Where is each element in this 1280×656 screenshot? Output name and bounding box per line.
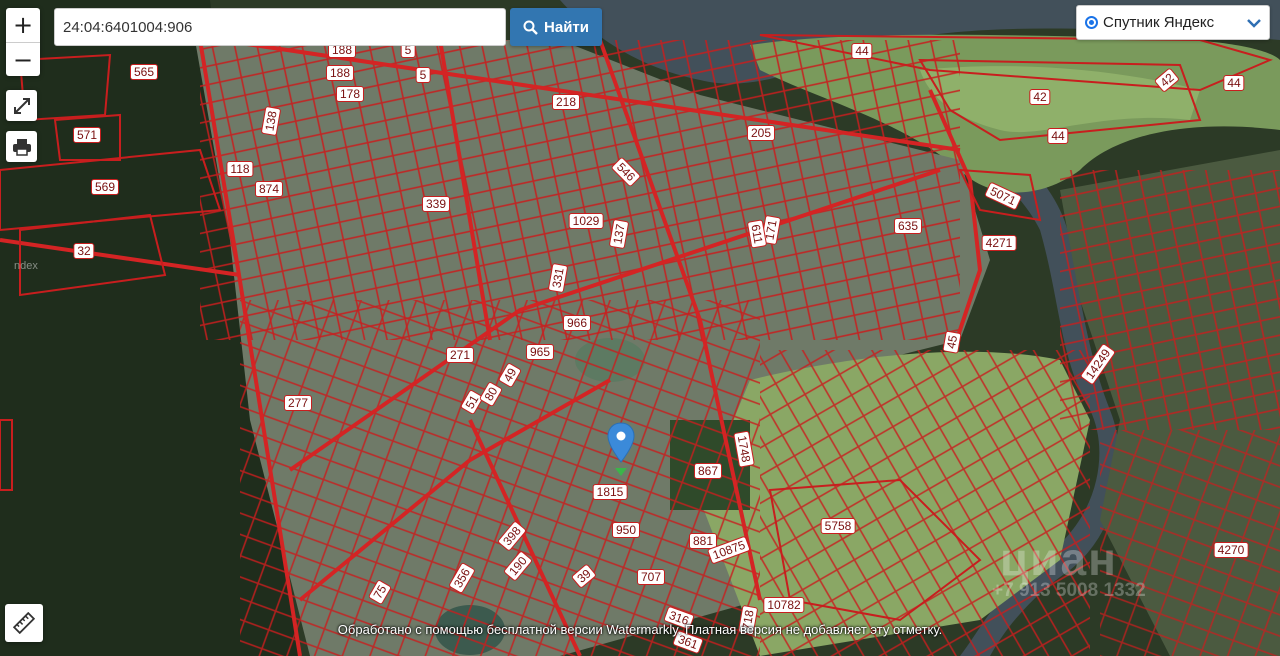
parcel-label[interactable]: 707 [636, 569, 666, 585]
parcel-label[interactable]: 569 [90, 179, 120, 195]
parcel-label[interactable]: 339 [421, 196, 451, 212]
fullscreen-button[interactable] [6, 90, 37, 121]
parcel-label[interactable]: 42 [1029, 89, 1051, 105]
brand-watermark: циан [1000, 533, 1118, 585]
parcel-label[interactable]: 1815 [592, 484, 628, 500]
parcel-label[interactable]: 5 [415, 67, 431, 83]
parcel-label[interactable]: 205 [746, 125, 776, 141]
parcel-label[interactable]: 966 [562, 315, 592, 331]
parcel-label[interactable]: 4271 [981, 235, 1017, 251]
parcel-label[interactable]: 44 [851, 43, 873, 59]
parcel-label[interactable]: 4270 [1213, 542, 1249, 558]
location-pin-icon[interactable] [606, 422, 636, 478]
printer-icon [12, 138, 31, 156]
parcel-label[interactable]: 5758 [820, 518, 856, 534]
search-button-label: Найти [544, 18, 589, 36]
parcel-label[interactable]: 10782 [763, 597, 805, 613]
parcel-label[interactable]: 178 [335, 86, 365, 102]
parcel-label[interactable]: 874 [254, 181, 284, 197]
parcel-label[interactable]: 188 [325, 65, 355, 81]
expand-icon [13, 97, 30, 114]
brand-phone: +7 913 5008 1332 [992, 580, 1146, 601]
parcel-label[interactable]: 44 [1223, 75, 1245, 91]
parcel-label[interactable]: 218 [551, 94, 581, 110]
search-icon [523, 20, 538, 35]
zoom-control: + − [6, 8, 40, 76]
chevron-down-icon [1247, 18, 1261, 28]
parcel-label[interactable]: 635 [893, 218, 923, 234]
parcel-label[interactable]: 44 [1047, 128, 1069, 144]
parcel-label[interactable]: 1029 [568, 213, 604, 229]
parcel-label[interactable]: 271 [445, 347, 475, 363]
parcel-label[interactable]: 32 [73, 243, 95, 259]
yandex-attribution: ndex [14, 260, 38, 272]
cadastral-search-input[interactable] [54, 8, 506, 46]
radio-selected-icon [1085, 16, 1098, 29]
zoom-in-button[interactable]: + [6, 8, 40, 42]
parcel-label[interactable]: 565 [129, 64, 159, 80]
parcel-label[interactable]: 118 [226, 161, 254, 177]
search-button[interactable]: Найти [510, 8, 602, 46]
print-button[interactable] [6, 131, 37, 162]
watermark-notice: Обработано с помощью бесплатной версии W… [337, 622, 943, 637]
parcel-label[interactable]: 867 [693, 463, 723, 479]
map-layer-select[interactable]: Спутник Яндекс [1076, 5, 1270, 40]
zoom-out-button[interactable]: − [6, 42, 40, 76]
layer-select-value: Спутник Яндекс [1103, 14, 1215, 31]
parcel-label[interactable]: 277 [283, 395, 313, 411]
parcel-label[interactable]: 950 [611, 522, 641, 538]
parcel-label[interactable]: 571 [72, 127, 102, 143]
parcel-label[interactable]: 965 [525, 344, 555, 360]
